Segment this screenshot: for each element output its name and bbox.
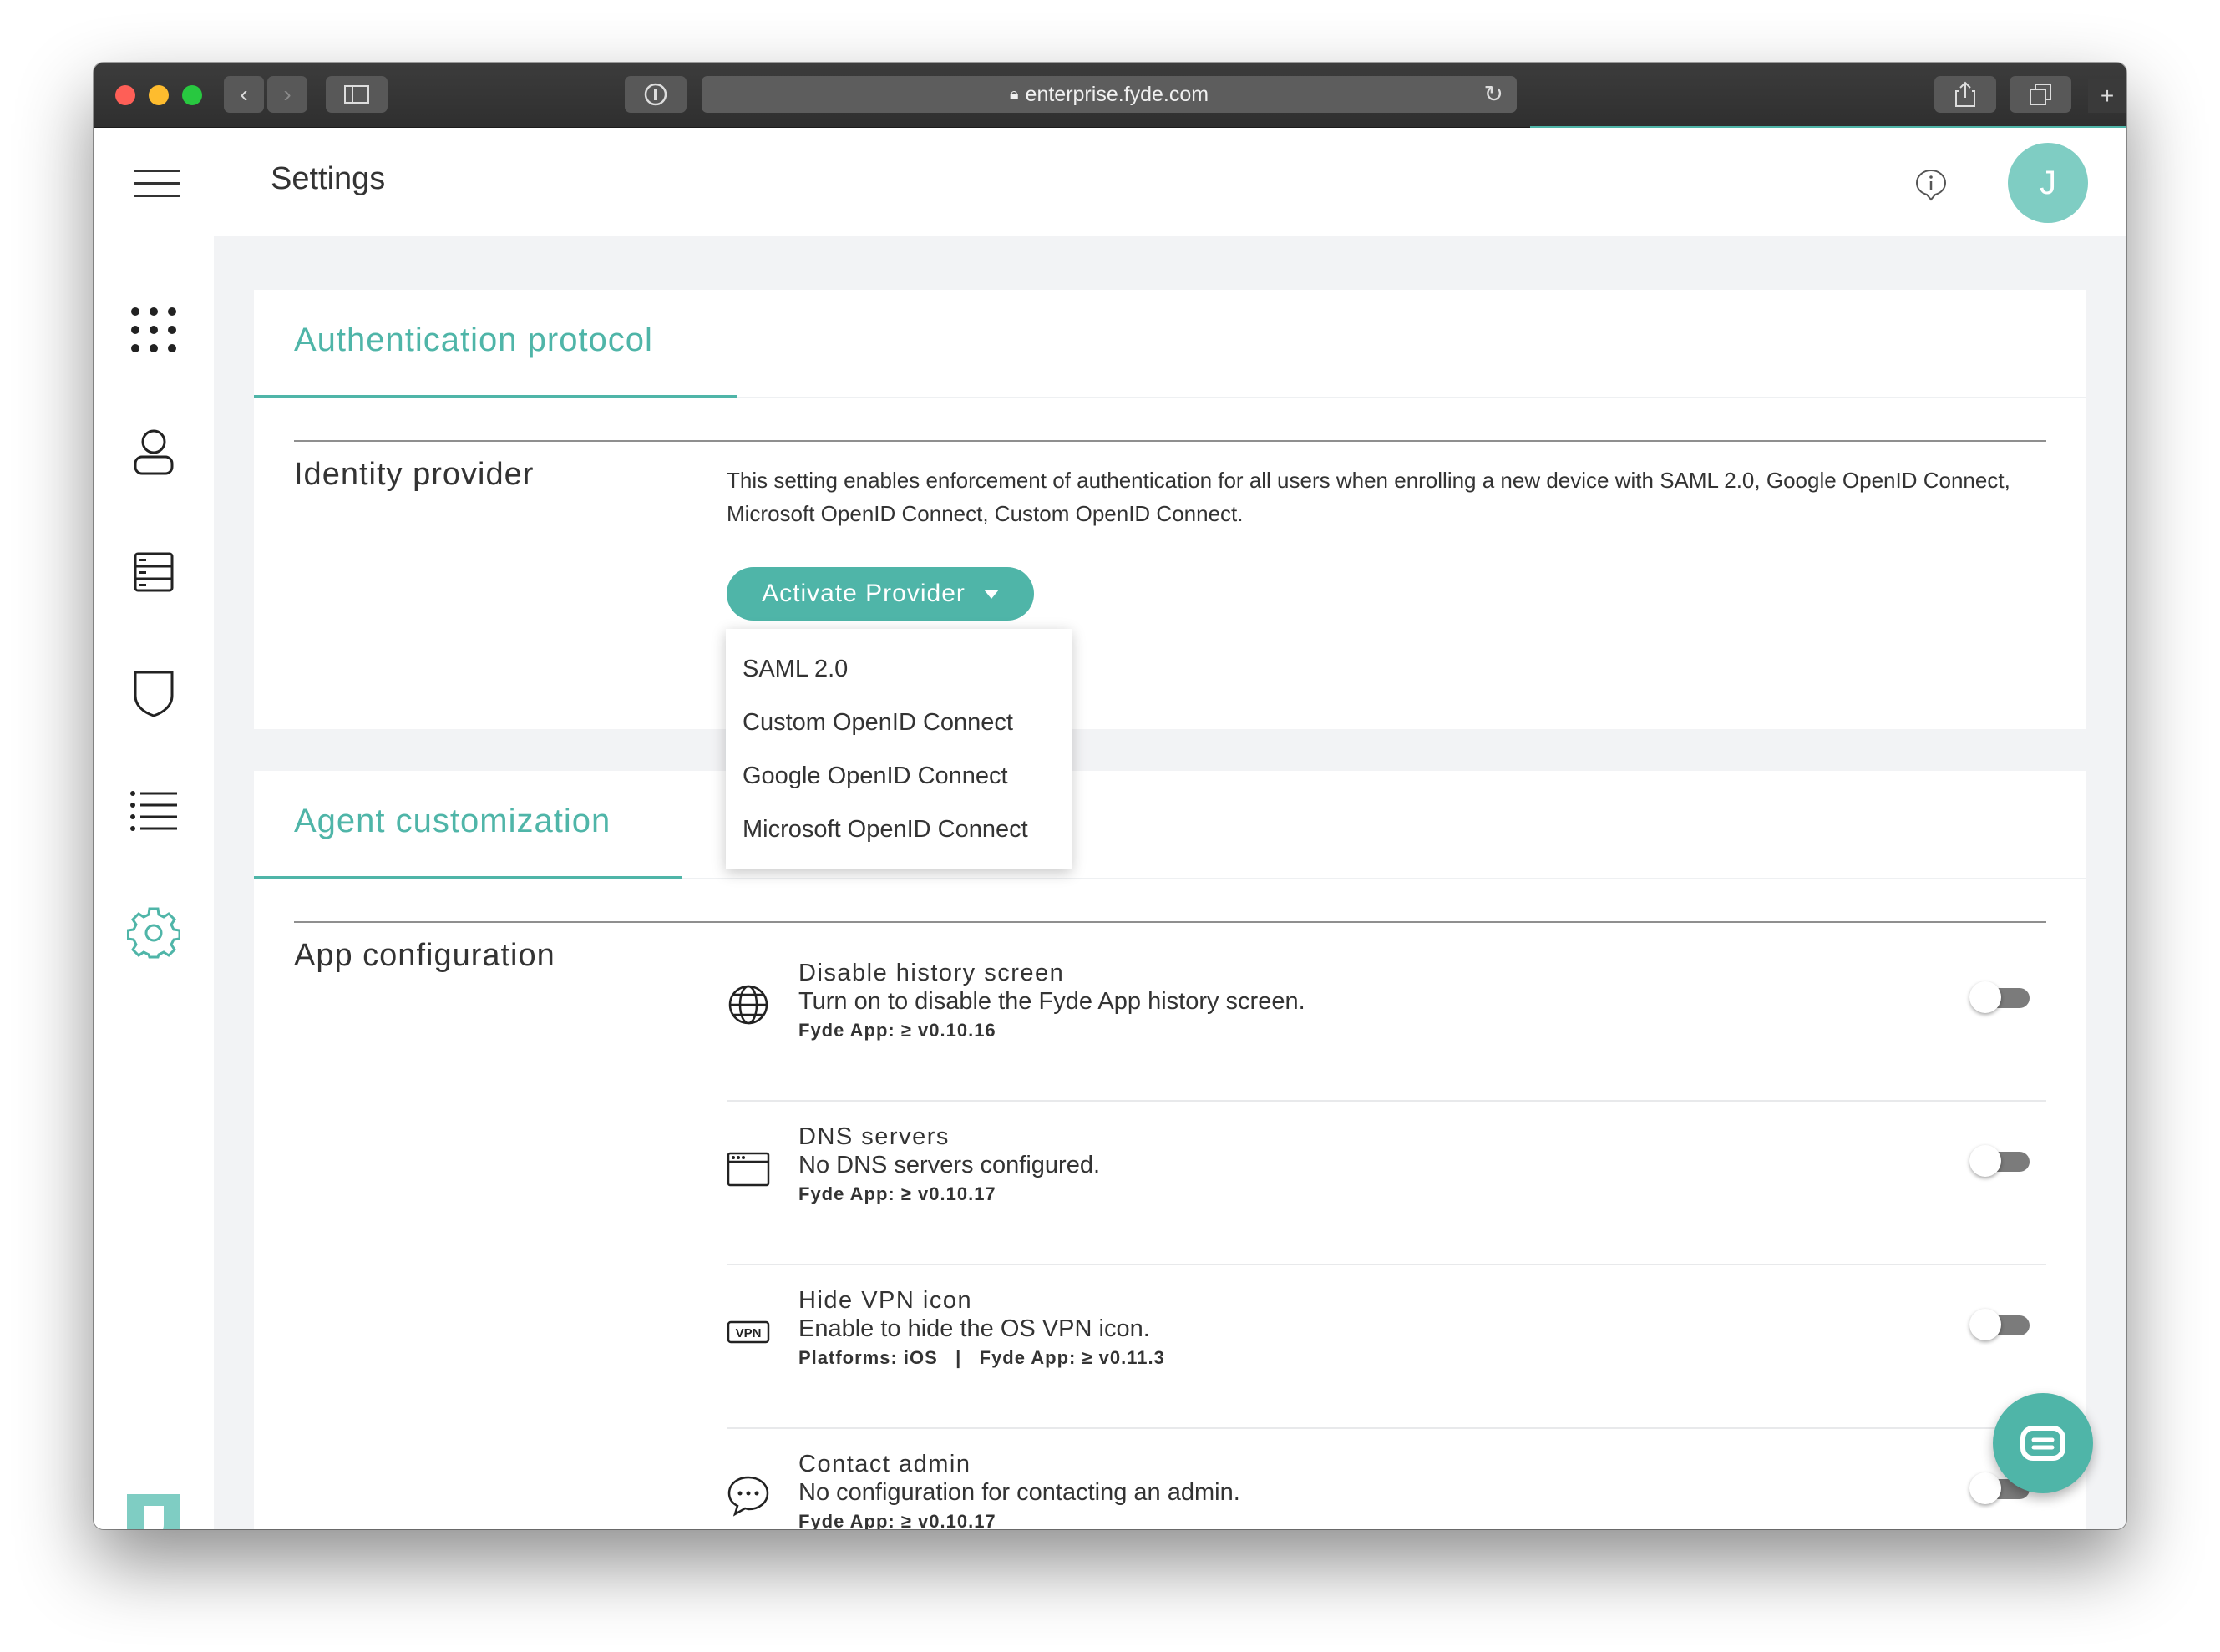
browser-window-icon <box>727 1152 770 1187</box>
activate-provider-label: Activate Provider <box>762 580 966 607</box>
address-bar[interactable]: 🔒︎ enterprise.fyde.com ↻ <box>702 76 1517 113</box>
section-divider <box>294 921 2046 923</box>
config-version: Fyde App: ≥ v0.10.17 <box>798 1183 996 1204</box>
config-description: Enable to hide the OS VPN icon. <box>798 1315 1150 1342</box>
settings-icon[interactable] <box>127 906 180 960</box>
chat-support-button[interactable] <box>1993 1393 2093 1493</box>
tabs-overview-button[interactable] <box>2010 76 2071 113</box>
apps-grid-icon[interactable] <box>127 303 180 357</box>
user-icon[interactable] <box>127 425 180 479</box>
sidebar-toggle-button[interactable] <box>326 76 388 113</box>
dropdown-option-google-openid[interactable]: Google OpenID Connect <box>726 749 1072 803</box>
config-version: Platforms: iOS | Fyde App: ≥ v0.11.3 <box>798 1347 1165 1368</box>
tab-authentication-protocol[interactable]: Authentication protocol <box>294 322 653 359</box>
menu-icon[interactable] <box>134 170 180 198</box>
identity-provider-title: Identity provider <box>294 457 535 492</box>
app-header: Settings J <box>94 128 2126 236</box>
tabs-icon <box>2030 84 2051 105</box>
shield-icon[interactable] <box>127 666 180 719</box>
avatar[interactable]: J <box>2008 143 2088 223</box>
password-manager-button[interactable] <box>625 76 687 113</box>
config-description: Turn on to disable the Fyde App history … <box>798 988 1305 1015</box>
chat-bubble-icon <box>727 1476 769 1517</box>
identity-provider-description: This setting enables enforcement of auth… <box>727 468 2010 526</box>
url-text: enterprise.fyde.com <box>1025 82 1209 106</box>
config-title: Disable history screen <box>798 960 1065 986</box>
active-tab-indicator <box>254 395 737 398</box>
vpn-icon: VPN <box>727 1320 770 1344</box>
config-row-dns-servers: DNS servers No DNS servers configured. F… <box>727 1102 2046 1265</box>
dropdown-option-custom-openid[interactable]: Custom OpenID Connect <box>726 696 1072 749</box>
hide-vpn-icon-toggle[interactable] <box>1969 1309 2030 1340</box>
fyde-logo-icon <box>127 1494 180 1529</box>
config-description: No DNS servers configured. <box>798 1152 1101 1178</box>
chat-icon <box>2020 1426 2065 1461</box>
config-version: Fyde App: ≥ v0.10.17 <box>798 1511 996 1529</box>
chevron-right-icon: › <box>283 81 291 107</box>
active-tab-indicator <box>254 876 682 879</box>
config-row-hide-vpn-icon: VPN Hide VPN icon Enable to hide the OS … <box>727 1265 2046 1429</box>
minimize-window-button[interactable] <box>149 85 169 105</box>
disable-history-toggle[interactable] <box>1969 981 2030 1013</box>
browser-toolbar: ‹ › 🔒︎ enterprise.fyde.com ↻ + <box>94 63 2126 129</box>
page-title: Settings <box>271 161 386 196</box>
back-button[interactable]: ‹ <box>224 76 264 113</box>
section-divider <box>294 440 2046 442</box>
reload-icon[interactable]: ↻ <box>1484 80 1503 108</box>
fullscreen-window-button[interactable] <box>182 85 202 105</box>
close-window-button[interactable] <box>115 85 135 105</box>
config-description: No configuration for contacting an admin… <box>798 1479 1240 1506</box>
servers-icon[interactable] <box>127 545 180 599</box>
activate-provider-button[interactable]: Activate Provider <box>727 567 1034 621</box>
globe-icon <box>728 985 768 1025</box>
new-tab-button[interactable]: + <box>2088 79 2126 113</box>
config-row-contact-admin: Contact admin No configuration for conta… <box>727 1429 2046 1529</box>
authentication-card: Authentication protocol Identity provide… <box>254 290 2086 729</box>
config-row-disable-history: Disable history screen Turn on to disabl… <box>727 938 2046 1102</box>
chevron-left-icon: ‹ <box>240 81 248 107</box>
svg-text:VPN: VPN <box>736 1326 762 1340</box>
forward-button[interactable]: › <box>267 76 307 113</box>
config-title: Contact admin <box>798 1451 971 1477</box>
main-content: Authentication protocol Identity provide… <box>214 236 2126 1529</box>
plus-icon: + <box>2100 83 2115 109</box>
password-icon <box>644 83 667 106</box>
lock-icon: 🔒︎ <box>1009 84 1019 104</box>
config-version: Fyde App: ≥ v0.10.16 <box>798 1020 996 1041</box>
tab-agent-customization[interactable]: Agent customization <box>294 803 611 840</box>
caret-down-icon <box>983 589 999 599</box>
config-title: Hide VPN icon <box>798 1287 973 1314</box>
list-icon[interactable] <box>127 786 180 839</box>
share-button[interactable] <box>1934 76 1996 113</box>
config-title: DNS servers <box>798 1123 950 1150</box>
share-icon <box>1955 81 1975 107</box>
app-configuration-title: App configuration <box>294 938 555 973</box>
browser-window: ‹ › 🔒︎ enterprise.fyde.com ↻ + Settings <box>94 63 2126 1529</box>
info-icon[interactable] <box>1913 166 1949 203</box>
sidebar-icon <box>344 85 369 104</box>
dropdown-option-microsoft-openid[interactable]: Microsoft OpenID Connect <box>726 803 1072 856</box>
dropdown-option-saml[interactable]: SAML 2.0 <box>726 642 1072 696</box>
sidebar <box>94 236 214 1529</box>
provider-dropdown-menu: SAML 2.0 Custom OpenID Connect Google Op… <box>726 629 1072 869</box>
agent-customization-card: Agent customization App configuration Di… <box>254 771 2086 1529</box>
dns-servers-toggle[interactable] <box>1969 1145 2030 1177</box>
